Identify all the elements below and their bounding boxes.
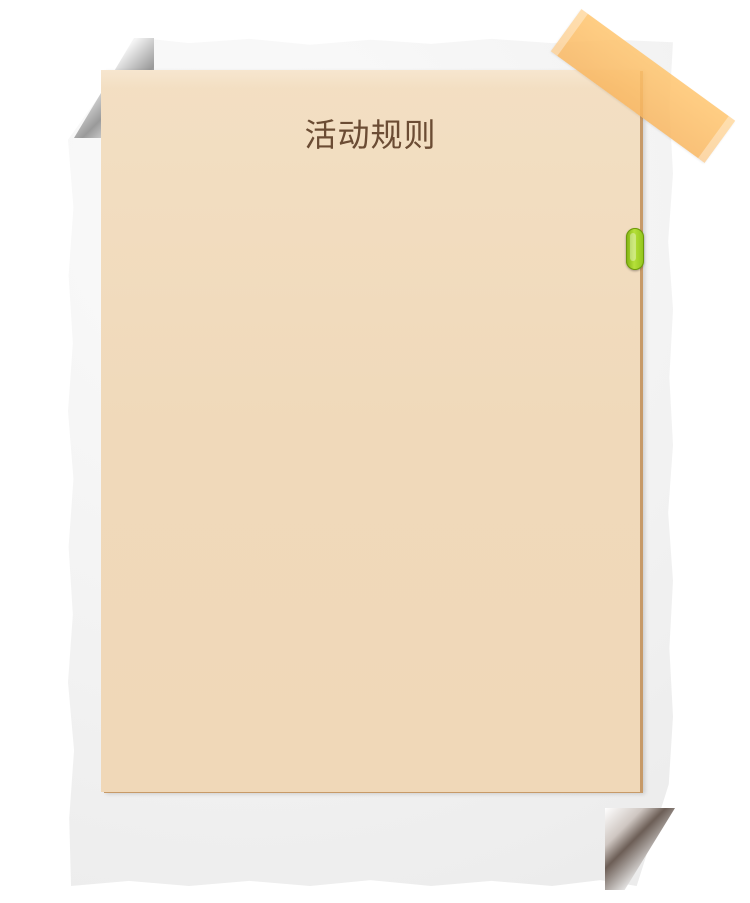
scrollbar-thumb[interactable] <box>626 228 644 270</box>
folded-corner-bottom-right-icon <box>605 808 675 890</box>
rules-dialog: 活动规则 <box>0 0 750 903</box>
rules-card: 活动规则 <box>101 70 640 792</box>
dialog-title: 活动规则 <box>304 116 437 154</box>
rules-content-area[interactable] <box>131 180 611 770</box>
scrollbar[interactable] <box>624 90 646 790</box>
card-top-band <box>101 70 640 88</box>
